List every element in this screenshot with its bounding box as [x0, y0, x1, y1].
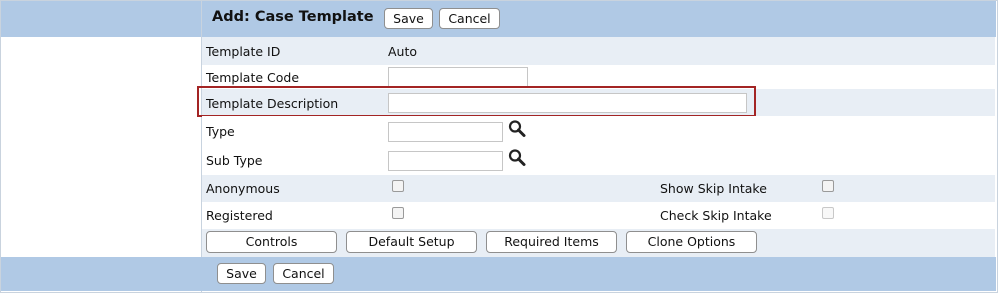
check-skip-intake-label: Check Skip Intake — [660, 208, 772, 223]
type-input[interactable] — [388, 122, 503, 142]
row-template-id — [202, 37, 995, 65]
clone-options-button[interactable]: Clone Options — [626, 231, 757, 253]
type-label: Type — [206, 124, 235, 139]
anonymous-label: Anonymous — [206, 181, 280, 196]
anonymous-checkbox[interactable] — [392, 180, 404, 192]
header-cancel-button[interactable]: Cancel — [439, 8, 500, 29]
default-setup-button[interactable]: Default Setup — [346, 231, 477, 253]
left-pane — [1, 37, 201, 257]
template-code-label: Template Code — [206, 70, 300, 85]
highlight-box — [197, 86, 756, 117]
footer-cancel-button[interactable]: Cancel — [273, 263, 334, 284]
required-items-button[interactable]: Required Items — [486, 231, 617, 253]
row-sub-type — [202, 146, 995, 175]
registered-label: Registered — [206, 208, 273, 223]
sub-type-label: Sub Type — [206, 153, 263, 168]
template-id-value: Auto — [388, 44, 418, 59]
magnifier-icon[interactable] — [507, 148, 527, 168]
row-registered — [202, 202, 995, 229]
template-code-input[interactable] — [388, 67, 528, 87]
sub-type-input[interactable] — [388, 151, 503, 171]
controls-button[interactable]: Controls — [206, 231, 337, 253]
footer-save-button[interactable]: Save — [217, 263, 266, 284]
template-id-label: Template ID — [206, 44, 281, 59]
row-anonymous — [202, 175, 995, 202]
header-save-button[interactable]: Save — [384, 8, 433, 29]
registered-checkbox[interactable] — [392, 207, 404, 219]
show-skip-intake-checkbox[interactable] — [822, 180, 834, 192]
page-title: Add: Case Template — [212, 9, 374, 25]
magnifier-icon[interactable] — [507, 119, 527, 139]
row-type — [202, 116, 995, 146]
show-skip-intake-label: Show Skip Intake — [660, 181, 767, 196]
footer-bar — [1, 257, 996, 291]
check-skip-intake-checkbox — [822, 207, 834, 219]
